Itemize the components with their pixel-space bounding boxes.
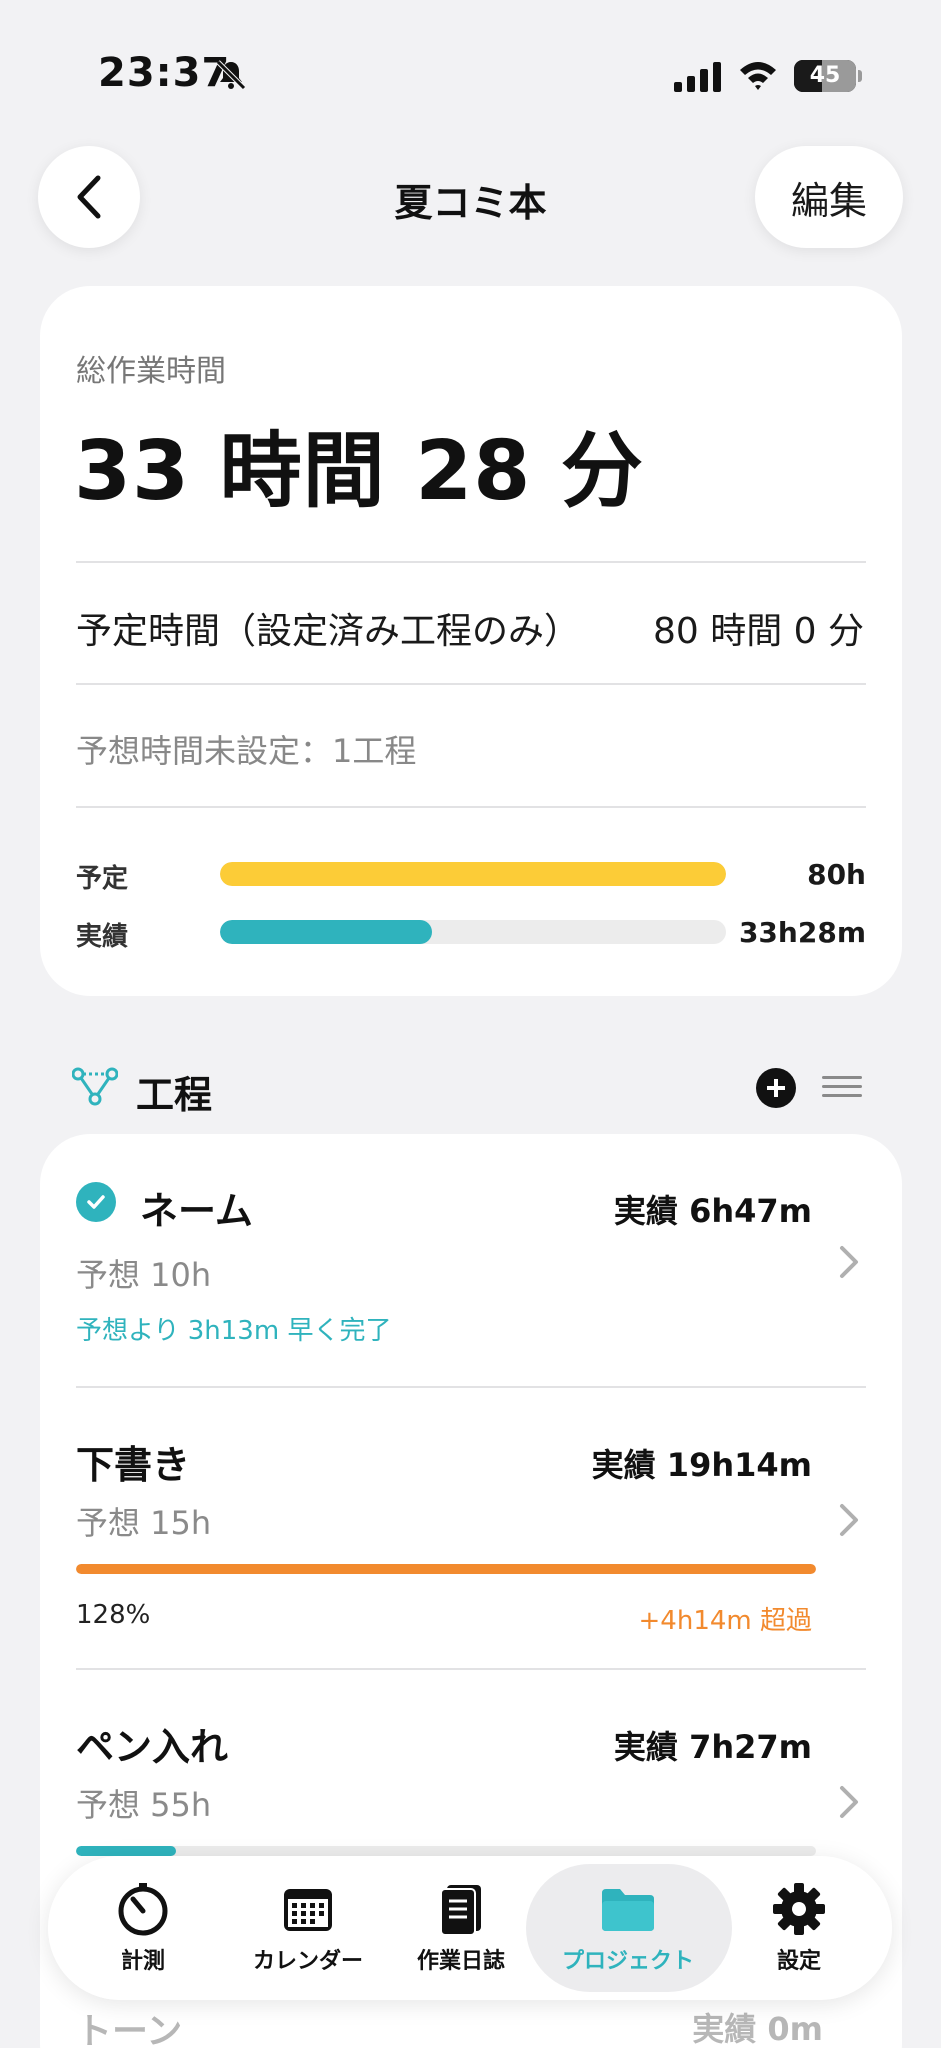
tab-timer[interactable]: 計測 (78, 1856, 208, 2000)
actual-bar (220, 920, 726, 944)
tab-label: 計測 (120, 1949, 165, 1974)
process-progress (76, 1846, 816, 1856)
list-item[interactable]: ネーム 実績 6h47m 予想 10h 予想より 3h13m 早く完了 (40, 1134, 902, 1386)
process-name: 下書き (76, 1443, 191, 1487)
planned-bar (220, 862, 726, 886)
actual-bar-value: 33h28m (738, 916, 866, 949)
tab-project[interactable]: プロジェクト (538, 1856, 718, 2000)
process-actual: 実績 7h27m (613, 1728, 812, 1766)
planned-bar-value: 80h (807, 858, 866, 891)
battery-level: 45 (809, 63, 841, 88)
total-time-label: 総作業時間 (76, 354, 226, 389)
back-button[interactable] (38, 146, 140, 248)
process-progress-fill (76, 1846, 176, 1856)
list-item[interactable]: 下書き 実績 19h14m 予想 15h 128% +4h14m 超過 (40, 1388, 902, 1670)
actual-bar-fill (220, 920, 432, 944)
folder-icon (602, 1889, 654, 1931)
chevron-right-icon (840, 1504, 858, 1536)
timer-icon (118, 1883, 168, 1936)
battery-nub (858, 70, 862, 82)
check-circle-icon (76, 1182, 116, 1222)
process-actual: 実績 0m (692, 2010, 823, 2048)
planned-time-label: 予定時間（設定済み工程のみ） (76, 611, 581, 652)
chevron-right-icon (840, 1786, 858, 1818)
process-actual: 実績 19h14m (591, 1446, 812, 1484)
process-percent: 128% (76, 1600, 151, 1630)
edit-button[interactable]: 編集 (755, 146, 903, 248)
gear-icon (773, 1883, 825, 1935)
bell-slash-icon (216, 60, 246, 90)
total-time-value: 33 時間 28 分 (74, 424, 644, 519)
process-note: 予想より 3h13m 早く完了 (76, 1316, 392, 1346)
divider (76, 561, 866, 563)
tab-label: カレンダー (252, 1949, 363, 1974)
process-estimate: 予想 15h (76, 1504, 212, 1542)
divider (76, 683, 866, 685)
planned-time-value: 80 時間 0 分 (652, 611, 864, 652)
status-bar: 23:37 45 (0, 0, 941, 110)
summary-card: 総作業時間 33 時間 28 分 予定時間（設定済み工程のみ） 80 時間 0 … (40, 286, 902, 996)
page-title: 夏コミ本 (394, 181, 547, 225)
process-overrun: +4h14m 超過 (638, 1606, 812, 1636)
divider (76, 806, 866, 808)
process-progress-fill (76, 1564, 816, 1574)
calendar-icon (284, 1889, 332, 1931)
tab-calendar[interactable]: カレンダー (228, 1856, 388, 2000)
tab-bar: 計測 カレンダー 作業日誌 プロジェクト 設定 (48, 1856, 892, 2000)
chevron-left-icon (77, 175, 101, 219)
plus-icon (767, 1079, 785, 1097)
process-progress (76, 1564, 816, 1574)
process-name: ネーム (140, 1189, 253, 1233)
reorder-icon[interactable] (822, 1076, 862, 1100)
tab-settings[interactable]: 設定 (734, 1856, 864, 2000)
process-actual: 実績 6h47m (613, 1192, 812, 1230)
status-time: 23:37 (98, 50, 231, 96)
notebook-icon (440, 1885, 481, 1936)
tab-label: 設定 (776, 1949, 821, 1974)
process-estimate: 予想 10h (76, 1256, 212, 1294)
signal-icon (674, 62, 721, 92)
actual-bar-label: 実績 (76, 922, 129, 952)
battery-indicator: 45 (794, 60, 856, 92)
tab-label: プロジェクト (561, 1949, 694, 1974)
process-flow-icon (72, 1067, 118, 1106)
process-name: トーン (76, 2011, 183, 2048)
section-title: 工程 (136, 1073, 213, 1117)
unset-estimate-note: 予想時間未設定：1工程 (76, 732, 417, 770)
planned-bar-fill (220, 862, 726, 886)
add-process-button[interactable] (756, 1068, 796, 1108)
tab-label: 作業日誌 (416, 1949, 505, 1974)
process-estimate: 予想 55h (76, 1786, 212, 1824)
process-name: ペン入れ (76, 1725, 229, 1769)
wifi-icon (740, 62, 776, 90)
tab-journal[interactable]: 作業日誌 (396, 1856, 526, 2000)
chevron-right-icon (840, 1246, 858, 1278)
planned-bar-label: 予定 (76, 864, 129, 894)
